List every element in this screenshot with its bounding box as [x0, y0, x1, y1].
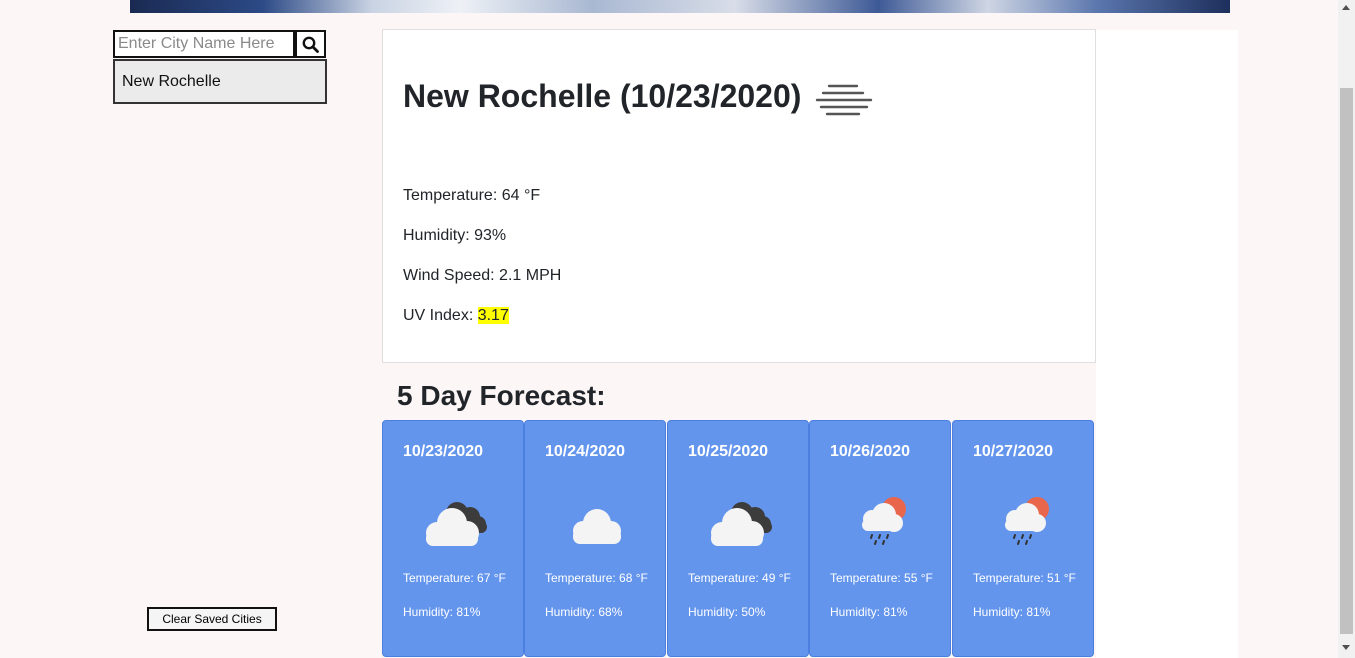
- current-temperature: Temperature: 64 °F: [403, 187, 541, 204]
- forecast-humidity: Humidity: 81%: [973, 605, 1051, 619]
- broken-clouds-icon: [711, 502, 772, 546]
- forecast-date: 10/25/2020: [688, 443, 769, 460]
- forecast-humidity: Humidity: 81%: [830, 605, 908, 619]
- city-title: New Rochelle (10/23/2020): [403, 78, 802, 114]
- forecast-date: 10/24/2020: [545, 443, 626, 460]
- forecast-card: 10/23/2020 Temperature: 67 °F Humidity: …: [382, 420, 524, 657]
- search-icon: [302, 36, 319, 53]
- forecast-card: 10/24/2020 Temperature: 68 °F Humidity: …: [524, 420, 666, 657]
- forecast-card: 10/27/2020 Temperature: 51 °F Humidity: …: [952, 420, 1094, 657]
- search-button[interactable]: [295, 30, 326, 58]
- current-humidity: Humidity: 93%: [403, 227, 507, 244]
- cloud-icon: [573, 509, 621, 544]
- header-banner-image: [130, 0, 1230, 13]
- scrollbar-thumb[interactable]: [1340, 88, 1353, 634]
- mist-icon: [815, 84, 873, 116]
- forecast-temperature: Temperature: 68 °F: [545, 571, 648, 585]
- rain-sun-icon: [862, 497, 906, 545]
- current-uv-index: UV Index: 3.17: [403, 307, 509, 325]
- clear-saved-cities-button[interactable]: Clear Saved Cities: [147, 607, 277, 631]
- vertical-scrollbar[interactable]: [1338, 0, 1355, 658]
- saved-city-button[interactable]: New Rochelle: [113, 59, 327, 104]
- content-background: [1096, 30, 1238, 658]
- forecast-humidity: Humidity: 50%: [688, 605, 766, 619]
- current-wind-speed: Wind Speed: 2.1 MPH: [403, 267, 562, 284]
- forecast-card: 10/26/2020 Temperature: 55 °F Humidity: …: [809, 420, 951, 657]
- scroll-down-arrow-icon[interactable]: [1342, 645, 1350, 650]
- uv-index-value: 3.17: [477, 307, 509, 324]
- forecast-temperature: Temperature: 51 °F: [973, 571, 1076, 585]
- current-weather-card: New Rochelle (10/23/2020) Temperature: 6…: [382, 29, 1096, 363]
- forecast-humidity: Humidity: 81%: [403, 605, 481, 619]
- forecast-temperature: Temperature: 67 °F: [403, 571, 506, 585]
- forecast-date: 10/26/2020: [830, 443, 911, 460]
- search-input[interactable]: [113, 30, 295, 58]
- forecast-humidity: Humidity: 68%: [545, 605, 623, 619]
- forecast-card: 10/25/2020 Temperature: 49 °F Humidity: …: [667, 420, 809, 657]
- forecast-temperature: Temperature: 49 °F: [688, 571, 791, 585]
- rain-sun-icon: [1005, 497, 1049, 545]
- broken-clouds-icon: [426, 502, 487, 546]
- forecast-date: 10/23/2020: [403, 443, 484, 460]
- uv-index-label: UV Index:: [403, 307, 478, 324]
- forecast-title: 5 Day Forecast:: [397, 380, 606, 411]
- forecast-temperature: Temperature: 55 °F: [830, 571, 933, 585]
- forecast-date: 10/27/2020: [973, 443, 1054, 460]
- scroll-up-arrow-icon[interactable]: [1342, 5, 1350, 10]
